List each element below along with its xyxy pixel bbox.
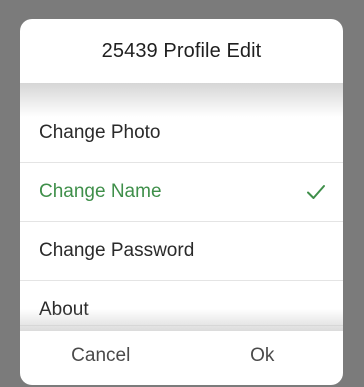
- dialog-title: 25439 Profile Edit: [101, 40, 262, 62]
- dialog-footer: Cancel Ok: [20, 325, 343, 385]
- options-menu: Change Photo Change Name Change Password…: [20, 103, 343, 339]
- menu-item-change-name[interactable]: Change Name: [20, 162, 343, 221]
- ok-button[interactable]: Ok: [182, 326, 344, 385]
- menu-item-label: Change Name: [39, 181, 162, 202]
- cancel-button[interactable]: Cancel: [20, 326, 182, 385]
- menu-item-change-password[interactable]: Change Password: [20, 221, 343, 280]
- menu-item-label: Change Password: [39, 240, 195, 261]
- menu-item-label: Change Photo: [39, 121, 161, 143]
- checkmark-icon: [307, 185, 325, 199]
- profile-edit-dialog: 25439 Profile Edit Change Photo Change N…: [20, 19, 343, 385]
- menu-item-change-photo[interactable]: Change Photo: [20, 103, 343, 162]
